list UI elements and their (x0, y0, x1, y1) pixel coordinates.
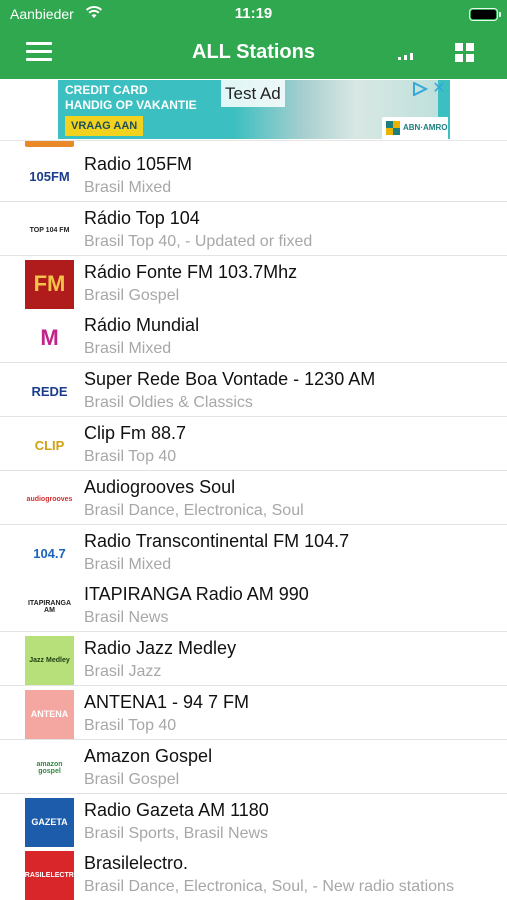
station-row[interactable]: BRASILELECTRO Brasilelectro. Brasil Dance,… (0, 847, 507, 900)
station-name: Radio Jazz Medley (84, 638, 237, 659)
station-logo-text: GAZETA (31, 816, 68, 827)
previous-station-logo (25, 141, 74, 147)
station-genre: Brasil Mixed (84, 555, 172, 573)
station-logo: BRASILELECTRO (25, 851, 74, 900)
station-logo-text: audiogrooves (26, 495, 73, 503)
station-logo: GAZETA (25, 797, 74, 847)
station-row[interactable]: CLIP Clip Fm 88.7 Brasil Top 40 (0, 417, 507, 471)
station-logo-text: CLIP (34, 438, 65, 453)
station-logo-text: M (40, 324, 59, 350)
status-bar: Aanbieder 11:19 (0, 0, 507, 28)
station-logo-text: 105FM (29, 169, 70, 184)
station-genre: Brasil Dance, Electronica, Soul (84, 501, 304, 519)
station-logo: ANTENA (25, 690, 74, 739)
ad-bank-name: ABN·AMRO (403, 123, 448, 132)
station-name: Brasilelectro. (84, 853, 189, 874)
station-logo-text: ANTENA (30, 709, 69, 719)
station-genre: Brasil News (84, 609, 169, 627)
station-genre: Brasil Oldies & Classics (84, 394, 253, 412)
station-name: Audiogrooves Soul (84, 476, 236, 497)
station-name: Amazon Gospel (84, 745, 213, 766)
station-name: Rádio Mundial (84, 315, 200, 336)
station-logo: REDE (25, 367, 74, 417)
station-logo: 105FM (25, 152, 74, 201)
station-logo: TOP 104 FM (25, 205, 74, 255)
station-genre: Brasil Top 40 (84, 448, 177, 465)
status-time: 11:19 (234, 5, 273, 22)
station-logo: CLIP (25, 421, 74, 470)
station-logo: 104.7 (25, 528, 74, 578)
station-name: Clip Fm 88.7 (84, 423, 187, 443)
navigation-bar: ALL Stations (0, 28, 507, 79)
station-genre: Brasil Top 40, - Updated or fixed (84, 232, 313, 250)
station-row[interactable]: amazon gospel Amazon Gospel Brasil Gospel (0, 739, 507, 794)
station-name: Rádio Fonte FM 103.7Mhz (84, 261, 298, 282)
station-logo: M (25, 313, 74, 363)
station-genre: Brasil Dance, Electronica, Soul, - New r… (84, 878, 454, 896)
ad-banner[interactable]: CREDIT CARD HANDIG OP VAKANTIE VRAAG AAN… (58, 80, 450, 139)
station-logo: audiogrooves (25, 474, 74, 524)
station-genre: Brasil Mixed (84, 179, 172, 196)
station-logo: Jazz Medley (25, 636, 74, 686)
station-row[interactable]: ANTENA ANTENA1 - 94 7 FM Brasil Top 40 (0, 686, 507, 740)
station-genre: Brasil Jazz (84, 663, 162, 681)
station-logo-text: Jazz Medley (29, 657, 70, 665)
ad-subline: HANDIG OP VAKANTIE (65, 98, 197, 112)
station-row[interactable]: TOP 104 FM Rádio Top 104 Brasil Top 40, - … (0, 201, 507, 256)
page-title: ALL Stations (192, 41, 315, 63)
station-name: Radio Transcontinental FM 104.7 (84, 530, 350, 551)
station-row[interactable]: ITAPIRANGA AM ITAPIRANGA Radio AM 990 Bras… (0, 578, 507, 633)
station-logo: FM (25, 259, 74, 309)
station-genre: Brasil Sports, Brasil News (84, 824, 269, 842)
signal-bars-button[interactable] (398, 46, 418, 60)
test-ad-badge: Test Ad (221, 80, 285, 107)
station-row[interactable]: audiogrooves Audiogrooves Soul Brasil Danc… (0, 470, 507, 525)
ad-cta-button[interactable]: VRAAG AAN (65, 116, 144, 136)
station-genre: Brasil Top 40 (84, 717, 177, 734)
station-logo-text: amazon gospel (36, 761, 63, 776)
station-name: ITAPIRANGA Radio AM 990 (84, 584, 309, 605)
station-logo-text: FM (33, 271, 66, 297)
station-row[interactable]: Jazz Medley Radio Jazz Medley Brasil Jazz (0, 632, 507, 687)
ad-choices-icon[interactable] (412, 82, 428, 96)
station-logo-text: 104.7 (33, 545, 66, 561)
station-row[interactable]: FM Rádio Fonte FM 103.7Mhz Brasil Gospel (0, 255, 507, 310)
station-logo: ITAPIRANGA AM (25, 582, 74, 632)
station-name: Super Rede Boa Vontade - 1230 AM (84, 369, 376, 390)
station-logo: amazon gospel (25, 743, 74, 793)
station-genre: Brasil Mixed (84, 340, 172, 358)
station-row[interactable]: 104.7 Radio Transcontinental FM 104.7 Bras… (0, 524, 507, 579)
ad-close-icon[interactable]: ✕ (430, 80, 448, 98)
station-row[interactable]: REDE Super Rede Boa Vontade - 1230 AM Bras… (0, 363, 507, 418)
station-name: Radio Gazeta AM 1180 (84, 799, 269, 820)
station-logo-text: BRASILELECTRO (25, 872, 74, 880)
station-list[interactable]: 105FM Radio 105FM Brasil Mixed TOP 104 FM Rá… (0, 140, 507, 900)
station-genre: Brasil Gospel (84, 286, 180, 304)
station-row[interactable]: 105FM Radio 105FM Brasil Mixed (0, 148, 507, 202)
ad-headline: CREDIT CARD (65, 83, 148, 97)
station-row[interactable]: GAZETA Radio Gazeta AM 1180 Brasil Sports,… (0, 793, 507, 848)
station-row[interactable]: M Rádio Mundial Brasil Mixed (0, 309, 507, 364)
battery-icon (469, 8, 501, 21)
ad-bank-logo: ABN·AMRO (382, 117, 448, 139)
station-genre: Brasil Gospel (84, 770, 180, 788)
station-name: Rádio Top 104 (84, 207, 200, 228)
station-logo-text: REDE (31, 384, 68, 400)
station-logo-text: ITAPIRANGA AM (27, 599, 72, 614)
top-bar: Aanbieder 11:19 ALL Stations (0, 0, 507, 79)
station-name: ANTENA1 - 94 7 FM (84, 692, 250, 712)
station-logo-text: TOP 104 FM (29, 226, 70, 234)
grid-view-button[interactable] (455, 43, 474, 62)
station-name: Radio 105FM (84, 154, 193, 174)
bank-shield-icon (386, 121, 400, 135)
